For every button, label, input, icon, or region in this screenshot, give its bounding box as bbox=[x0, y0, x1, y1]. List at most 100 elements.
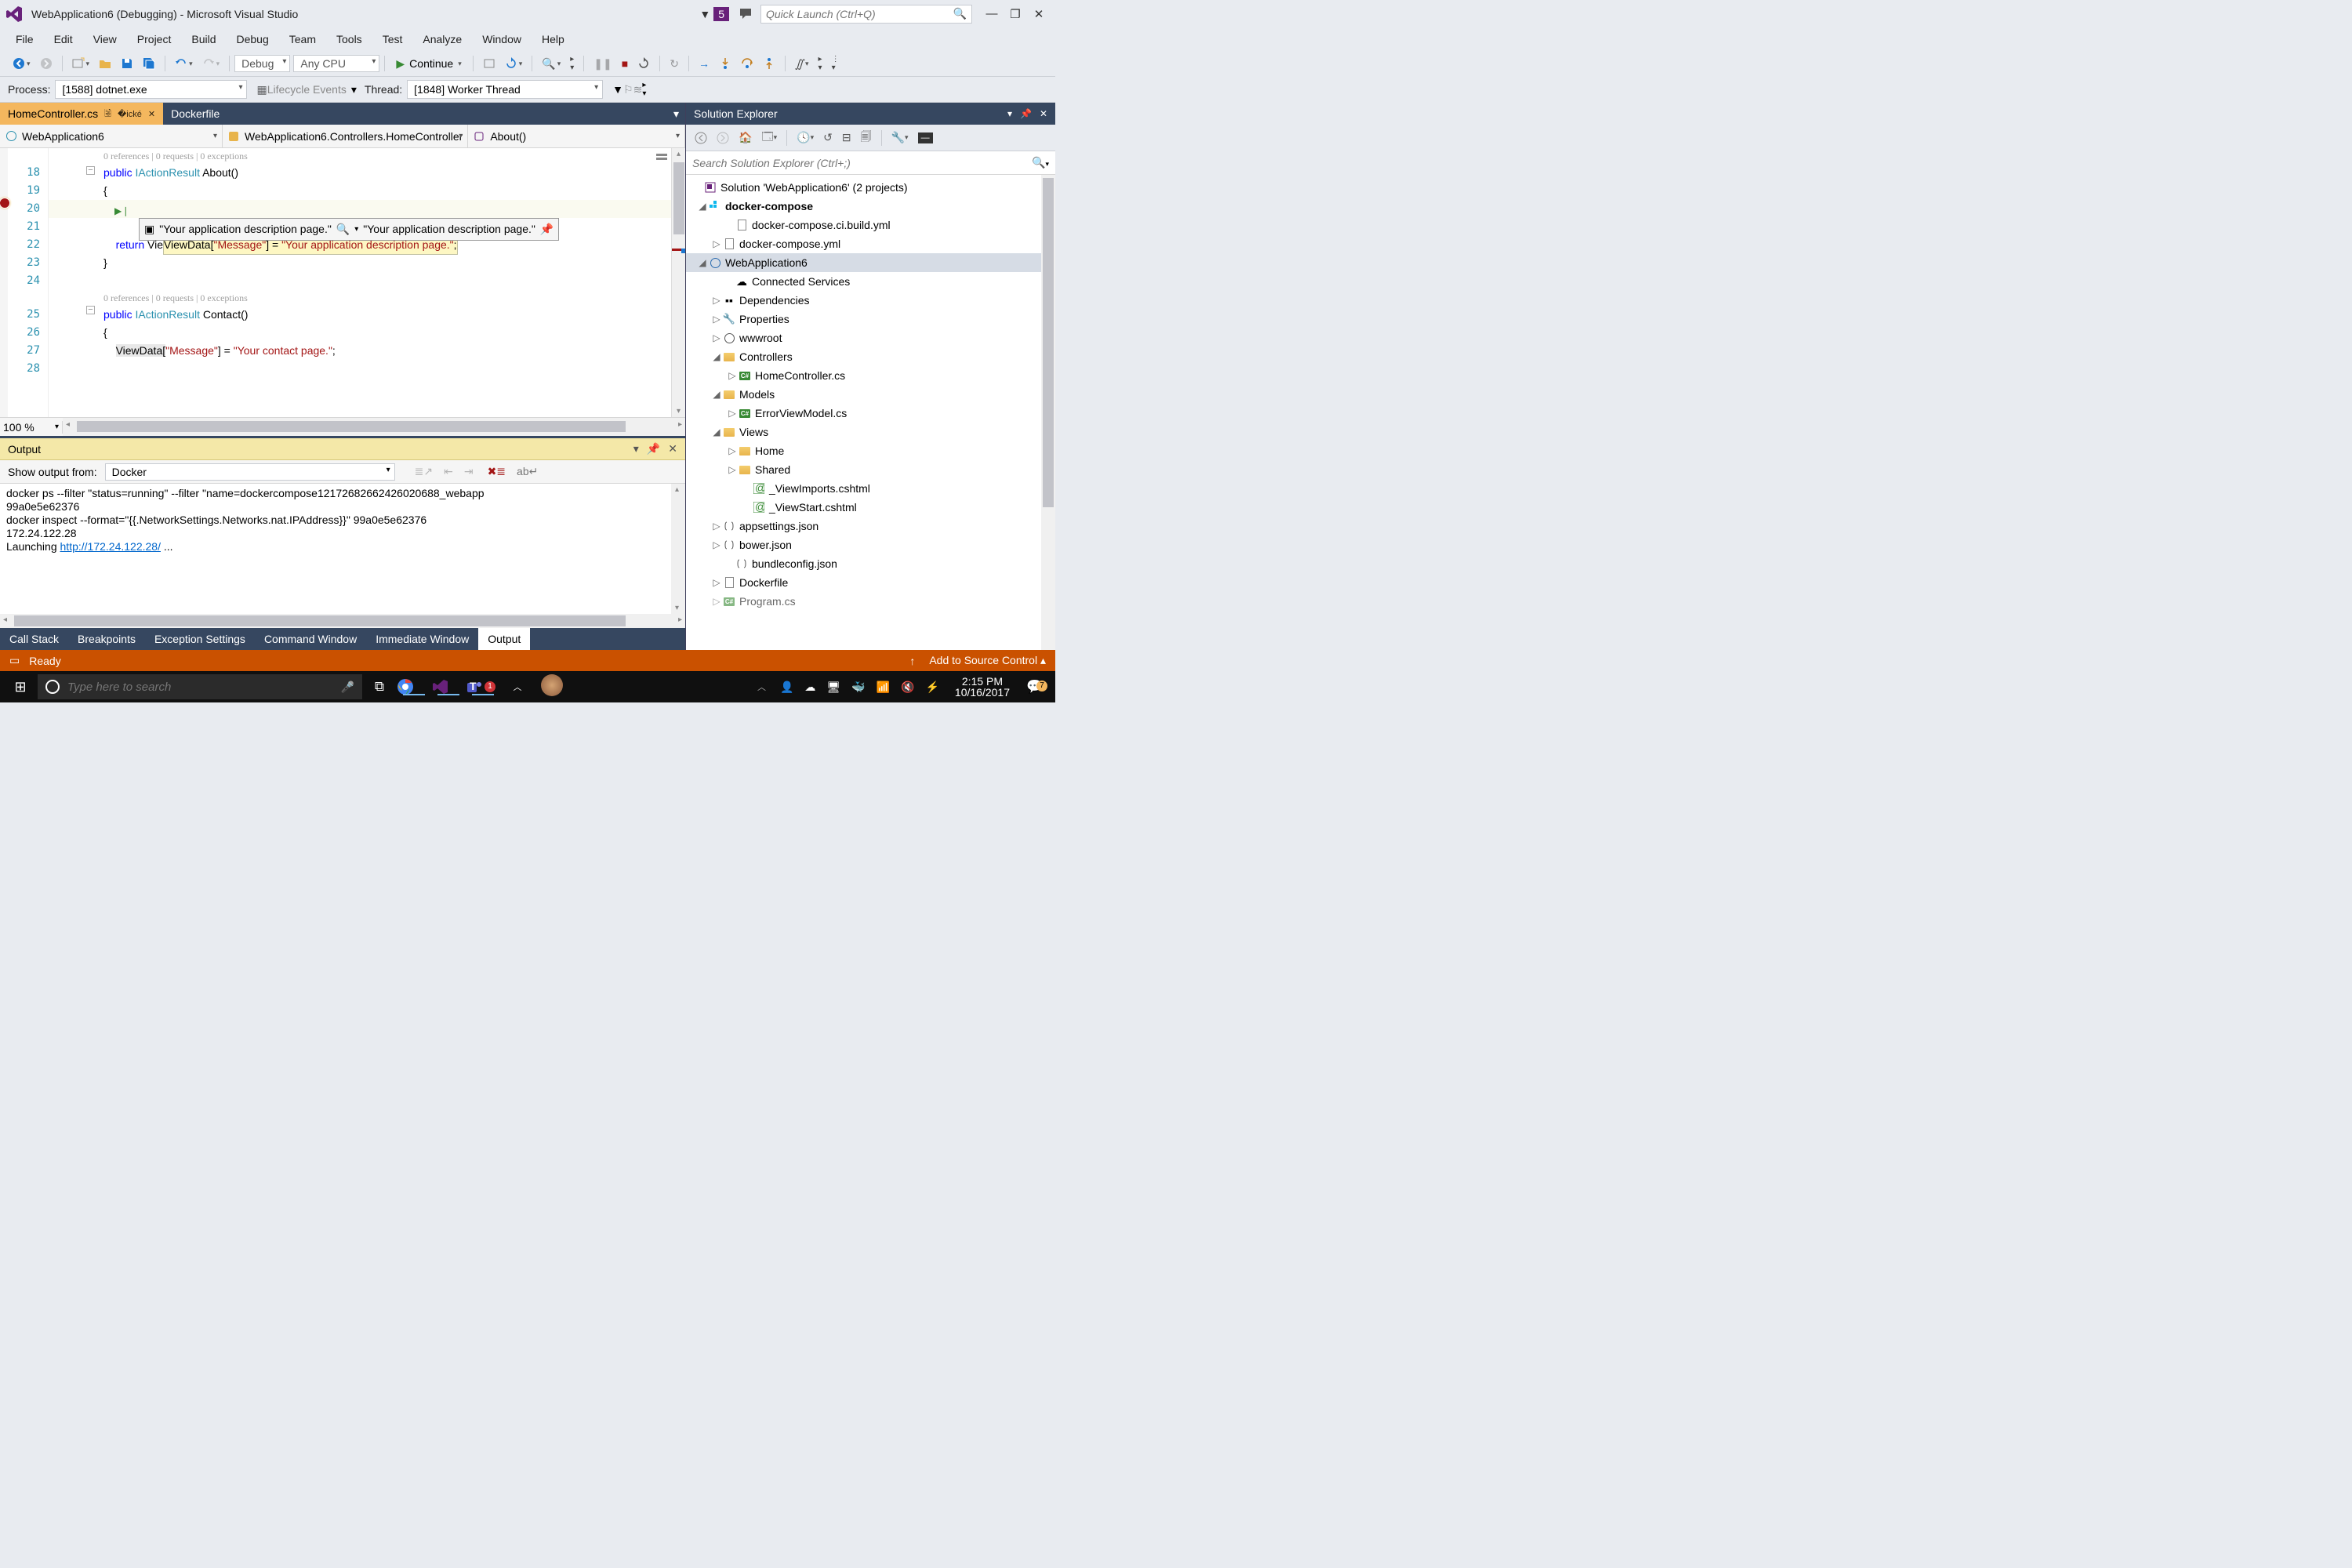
thread-combo[interactable]: [1848] Worker Thread bbox=[407, 80, 603, 99]
code-area[interactable]: − − 0 references | 0 requests | 0 except… bbox=[49, 148, 671, 417]
panel-close-icon[interactable]: ✕ bbox=[668, 442, 677, 456]
solution-tree[interactable]: Solution 'WebApplication6' (2 projects) … bbox=[686, 175, 1055, 650]
file-bower[interactable]: ▷bower.json bbox=[686, 535, 1055, 554]
file-homecontroller[interactable]: ▷C#HomeController.cs bbox=[686, 366, 1055, 385]
project-webapplication6[interactable]: ◢WebApplication6 bbox=[686, 253, 1055, 272]
preview-icon[interactable]: — bbox=[914, 129, 937, 147]
file-ci-build[interactable]: docker-compose.ci.build.yml bbox=[686, 216, 1055, 234]
folder-models[interactable]: ◢Models bbox=[686, 385, 1055, 404]
breakpoint-margin[interactable] bbox=[0, 148, 8, 417]
project-docker-compose[interactable]: ◢docker-compose bbox=[686, 197, 1055, 216]
taskbar-search[interactable]: 🎤 bbox=[38, 674, 362, 699]
nav-back-icon[interactable] bbox=[691, 129, 711, 147]
codelens[interactable]: 0 references | 0 requests | 0 exceptions bbox=[49, 290, 671, 306]
step-into-button[interactable] bbox=[715, 55, 735, 72]
tab-breakpoints[interactable]: Breakpoints bbox=[68, 628, 145, 650]
minimize-button[interactable]: — bbox=[980, 7, 1004, 20]
file-compose-yml[interactable]: ▷docker-compose.yml bbox=[686, 234, 1055, 253]
sync-icon[interactable]: ↺ bbox=[819, 128, 837, 147]
publish-icon[interactable]: ↑ bbox=[909, 655, 915, 667]
wwwroot[interactable]: ▷wwwroot bbox=[686, 328, 1055, 347]
new-project-button[interactable]: ▾ bbox=[68, 55, 94, 72]
datatip-drop-icon[interactable]: ▾ bbox=[354, 220, 358, 238]
source-control-button[interactable]: Add to Source Control ▴ bbox=[929, 654, 1046, 667]
open-file-button[interactable] bbox=[95, 55, 115, 72]
file-viewstart[interactable]: @_ViewStart.cshtml bbox=[686, 498, 1055, 517]
chrome-icon[interactable] bbox=[397, 678, 431, 695]
preview-icon[interactable]: 🗟 bbox=[104, 107, 111, 122]
file-viewimports[interactable]: @_ViewImports.cshtml bbox=[686, 479, 1055, 498]
platform-combo[interactable]: Any CPU bbox=[293, 55, 379, 72]
properties-icon[interactable]: 🔧▾ bbox=[887, 128, 913, 147]
quick-launch-input[interactable]: 🔍 bbox=[760, 5, 972, 24]
file-errorviewmodel[interactable]: ▷C#ErrorViewModel.cs bbox=[686, 404, 1055, 423]
tab-dockerfile[interactable]: Dockerfile bbox=[163, 103, 227, 125]
tab-exception-settings[interactable]: Exception Settings bbox=[145, 628, 255, 650]
scrollbar-thumb[interactable] bbox=[1043, 178, 1054, 507]
output-clear-icon[interactable]: ✖≣ bbox=[484, 463, 510, 481]
step-over-button[interactable] bbox=[737, 55, 757, 72]
flag-filter-icon[interactable]: ▼ bbox=[612, 83, 623, 96]
folder-shared[interactable]: ▷Shared bbox=[686, 460, 1055, 479]
solution-explorer-search[interactable]: 🔍▾ bbox=[686, 151, 1055, 175]
output-wrap-icon[interactable]: ab↵ bbox=[513, 463, 542, 481]
docker-tray-icon[interactable]: 🐳 bbox=[851, 681, 865, 694]
lifecycle-icon[interactable]: ▦ bbox=[256, 83, 267, 96]
show-all-files-icon[interactable]: 🗐 bbox=[857, 125, 876, 151]
intellitrace-button[interactable]: ∬▾ bbox=[791, 55, 813, 73]
feedback-icon[interactable] bbox=[739, 7, 753, 21]
output-url-link[interactable]: http://172.24.122.28/ bbox=[60, 540, 161, 553]
step-out-button[interactable] bbox=[759, 55, 779, 72]
menu-help[interactable]: Help bbox=[532, 30, 574, 49]
search-icon[interactable]: 🔍▾ bbox=[1032, 156, 1049, 169]
menu-file[interactable]: File bbox=[6, 30, 43, 49]
menu-build[interactable]: Build bbox=[182, 30, 225, 49]
tree-scrollbar[interactable] bbox=[1041, 175, 1055, 650]
dependencies[interactable]: ▷▪▪Dependencies bbox=[686, 291, 1055, 310]
wifi-icon[interactable]: 📶 bbox=[877, 681, 890, 694]
solution-search-input[interactable] bbox=[692, 157, 1032, 169]
people-icon[interactable]: 👤 bbox=[780, 681, 793, 694]
configuration-combo[interactable]: Debug bbox=[234, 55, 290, 72]
volume-icon[interactable]: 🔇 bbox=[901, 681, 914, 694]
scroll-right-icon[interactable]: ▸ bbox=[678, 615, 682, 624]
split-icon[interactable] bbox=[655, 151, 668, 163]
code-editor[interactable]: 18 19 20 21 22 23 24 25 26 27 28 − − 0 r… bbox=[0, 148, 685, 417]
notification-count[interactable]: 5 bbox=[713, 7, 729, 21]
close-tab-icon[interactable]: ✕ bbox=[148, 109, 155, 119]
undo-button[interactable]: ▾ bbox=[171, 55, 197, 72]
scroll-down-icon[interactable]: ▾ bbox=[672, 407, 685, 416]
browser-refresh-button[interactable]: ▾ bbox=[501, 55, 527, 72]
tab-command-window[interactable]: Command Window bbox=[255, 628, 366, 650]
scroll-right-icon[interactable]: ▸ bbox=[678, 420, 682, 429]
flag-threads-icon[interactable]: ⚐ bbox=[623, 83, 633, 96]
zoom-combo[interactable]: 100 %▾ bbox=[0, 421, 63, 434]
menu-team[interactable]: Team bbox=[280, 30, 325, 49]
nav-forward-button[interactable] bbox=[36, 55, 56, 72]
panel-pin-icon[interactable]: 📌 bbox=[1020, 108, 1032, 119]
redo-button[interactable]: ▾ bbox=[198, 55, 224, 72]
task-view-icon[interactable]: ⧉ bbox=[362, 679, 397, 695]
menu-project[interactable]: Project bbox=[128, 30, 181, 49]
data-tip[interactable]: ▣ "Your application description page." 🔍… bbox=[139, 218, 559, 241]
avatar-icon[interactable] bbox=[535, 674, 569, 700]
file-bundleconfig[interactable]: bundleconfig.json bbox=[686, 554, 1055, 573]
properties[interactable]: ▷🔧Properties bbox=[686, 310, 1055, 328]
close-button[interactable]: ✕ bbox=[1027, 7, 1051, 21]
output-vscrollbar[interactable]: ▴▾ bbox=[671, 484, 685, 614]
menu-window[interactable]: Window bbox=[473, 30, 531, 49]
class-combo[interactable]: WebApplication6.Controllers.HomeControll… bbox=[223, 125, 468, 147]
scrollbar-thumb[interactable] bbox=[14, 615, 626, 626]
nav-forward-icon[interactable] bbox=[713, 129, 733, 147]
editor-hscrollbar[interactable]: ◂ ▸ bbox=[63, 418, 685, 436]
output-go-to-icon[interactable]: ≣↗ bbox=[411, 463, 437, 481]
tab-call-stack[interactable]: Call Stack bbox=[0, 628, 68, 650]
start-button[interactable]: ⊞ bbox=[3, 679, 38, 695]
clock[interactable]: 2:15 PM 10/16/2017 bbox=[947, 676, 1018, 698]
menu-tools[interactable]: Tools bbox=[327, 30, 372, 49]
output-prev-icon[interactable]: ⇤ bbox=[440, 463, 457, 481]
home-icon[interactable]: 🏠 bbox=[735, 128, 756, 147]
toolbar-overflow2-icon[interactable]: ▸▾ bbox=[815, 53, 826, 74]
datatip-pin-icon[interactable]: 📌 bbox=[540, 220, 554, 238]
tab-dropdown-icon[interactable]: ▾ bbox=[667, 103, 685, 125]
